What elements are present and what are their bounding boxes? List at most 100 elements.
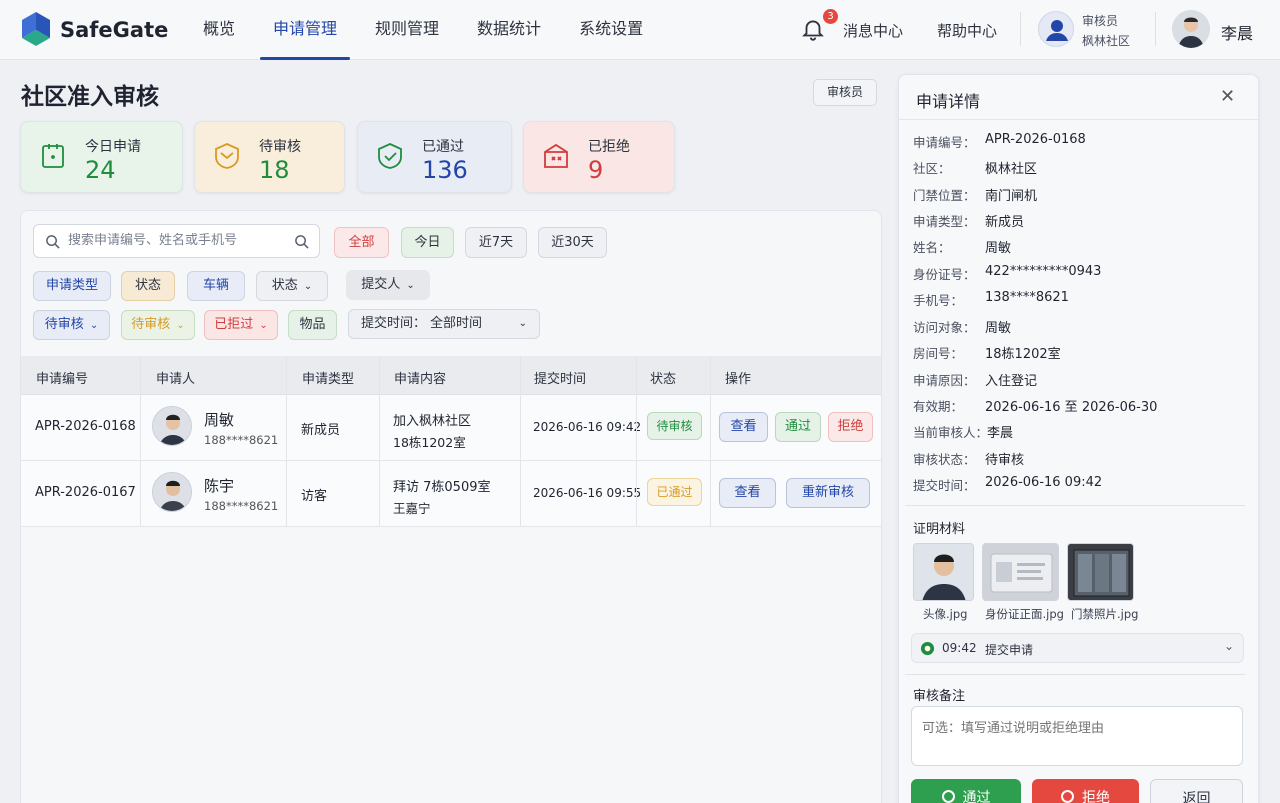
search-submit-icon[interactable]	[294, 234, 309, 249]
detail-header: 申请详情 ✕	[899, 75, 1260, 120]
search-input[interactable]	[68, 233, 288, 248]
nav-statistics[interactable]: 数据统计	[464, 0, 554, 60]
notification-badge: 3	[823, 9, 838, 24]
materials-title: 证明材料	[913, 522, 966, 537]
user-icon	[1046, 20, 1068, 41]
view-button[interactable]: 查看	[719, 478, 776, 508]
submit-time-select[interactable]: 提交时间： 全部时间 ⌄	[348, 309, 540, 339]
application-id: APR-2026-0167	[35, 485, 136, 500]
field-label: 姓名：	[913, 240, 951, 255]
filter-status-dropdown[interactable]: 状态 ⌄	[256, 271, 328, 301]
table-header: 申请编号 申请人 申请类型 申请内容 提交时间 状态 操作	[21, 356, 881, 395]
close-icon[interactable]: ✕	[1220, 86, 1235, 107]
applicant-avatar	[152, 406, 192, 446]
field-label: 申请类型：	[913, 214, 976, 229]
chevron-down-icon: ⌄	[406, 280, 415, 291]
field-value: 入住登记	[985, 374, 1038, 389]
range-all[interactable]: 全部	[334, 227, 389, 258]
filter-label: 已拒过	[214, 317, 254, 332]
view-button[interactable]: 查看	[719, 412, 768, 442]
reject-button[interactable]: 拒绝	[828, 412, 873, 442]
field-value: 南门闸机	[985, 189, 1038, 204]
search-icon	[46, 235, 60, 249]
top-bar: SafeGate 概览 申请管理 规则管理 数据统计 系统设置 3 消息中心 帮…	[0, 0, 1280, 60]
filter-label: 待审核	[44, 317, 84, 332]
submit-time: 2026-06-16 09:55	[533, 486, 642, 500]
section-divider	[905, 505, 1245, 506]
main-nav: 概览 申请管理 规则管理 数据统计 系统设置	[190, 0, 668, 60]
document-icon	[42, 144, 64, 168]
material-thumbnail[interactable]	[982, 543, 1059, 601]
range-30d[interactable]: 近30天	[538, 227, 607, 258]
filter-label: 状态	[271, 278, 298, 293]
back-button[interactable]: 返回	[1150, 779, 1243, 803]
field-label: 提交时间：	[913, 478, 976, 493]
nav-settings[interactable]: 系统设置	[566, 0, 656, 60]
note-title: 审核备注	[913, 689, 966, 704]
messages-link[interactable]: 消息中心	[843, 20, 903, 41]
review-note-input[interactable]	[911, 706, 1243, 766]
application-content-detail: 18栋1202室	[393, 435, 466, 450]
field-label: 当前审核人：	[913, 425, 989, 440]
reviewer-community: 枫林社区	[1082, 34, 1131, 48]
applicant-avatar	[152, 472, 192, 512]
field-label: 有效期：	[913, 399, 964, 414]
stat-card-approved[interactable]: 已通过 136	[357, 121, 512, 193]
material-caption: 头像.jpg	[923, 607, 968, 621]
re-review-button[interactable]: 重新审核	[786, 478, 870, 508]
user-avatar[interactable]	[1172, 10, 1210, 48]
table-row[interactable]: APR-2026-0168 周敏 188****8621 新成员 加入枫林社区 …	[21, 395, 881, 461]
range-today[interactable]: 今日	[401, 227, 454, 258]
material-thumbnail[interactable]	[913, 543, 974, 601]
filter-rejected[interactable]: 已拒过 ⌄	[204, 310, 278, 340]
field-value: 2026-06-16 09:42	[985, 475, 1103, 490]
filter-vehicle[interactable]: 车辆	[187, 271, 245, 301]
reviewer-role: 审核员	[1082, 14, 1119, 28]
filter-pending-2[interactable]: 待审核 ⌄	[121, 310, 195, 340]
reviewer-avatar[interactable]	[1038, 11, 1074, 47]
column-header: 提交时间	[534, 372, 587, 387]
range-7d[interactable]: 近7天	[465, 227, 527, 258]
column-header: 申请人	[156, 372, 196, 387]
field-label: 申请编号：	[913, 135, 976, 150]
stat-card-rejected[interactable]: 已拒绝 9	[523, 121, 675, 193]
filter-label: 提交人	[361, 277, 401, 292]
application-type: 新成员	[301, 423, 341, 438]
approve-button[interactable]: 通过	[775, 412, 821, 442]
role-button[interactable]: 审核员	[813, 79, 877, 106]
stat-card-today[interactable]: 今日申请 24	[20, 121, 183, 193]
stat-label: 已拒绝	[588, 139, 630, 155]
stat-card-pending[interactable]: 待审核 18	[194, 121, 345, 193]
filter-pending-dropdown[interactable]: 待审核 ⌄	[33, 310, 110, 340]
detail-approve-button[interactable]: 通过	[911, 779, 1021, 803]
shield-check-icon	[378, 143, 402, 169]
filter-items[interactable]: 物品	[288, 310, 337, 340]
stat-label: 已通过	[422, 139, 464, 155]
bell-icon[interactable]	[800, 16, 826, 42]
application-id: APR-2026-0168	[35, 419, 136, 434]
field-label: 社区：	[913, 161, 951, 176]
user-name[interactable]: 李晨	[1221, 20, 1253, 44]
submit-time-value: 全部时间	[430, 316, 483, 331]
filter-application-type[interactable]: 申请类型	[33, 271, 111, 301]
help-link[interactable]: 帮助中心	[937, 20, 997, 41]
timeline-item[interactable]: 09:42 提交申请 ⌄	[911, 633, 1244, 663]
material-thumbnail[interactable]	[1067, 543, 1134, 601]
detail-reject-button[interactable]: 拒绝	[1032, 779, 1139, 803]
column-divider	[520, 356, 521, 526]
field-value: 周敏	[985, 321, 1012, 336]
nav-overview[interactable]: 概览	[190, 0, 248, 60]
chevron-down-icon: ⌄	[1224, 639, 1235, 653]
nav-applications[interactable]: 申请管理	[260, 0, 351, 60]
filter-submitter[interactable]: 提交人 ⌄	[346, 270, 430, 300]
logo[interactable]: SafeGate	[20, 12, 168, 48]
nav-rules[interactable]: 规则管理	[362, 0, 452, 60]
search-box[interactable]	[33, 224, 320, 258]
column-divider	[636, 356, 637, 526]
field-value: 枫林社区	[985, 162, 1038, 177]
filter-status[interactable]: 状态	[121, 271, 175, 301]
timeline-event: 提交申请	[985, 643, 1034, 657]
applicant-name: 陈宇	[204, 477, 235, 495]
table-row[interactable]: APR-2026-0167 陈宇 188****8621 访客 拜访 7栋050…	[21, 461, 881, 527]
material-caption: 门禁照片.jpg	[1071, 607, 1139, 621]
